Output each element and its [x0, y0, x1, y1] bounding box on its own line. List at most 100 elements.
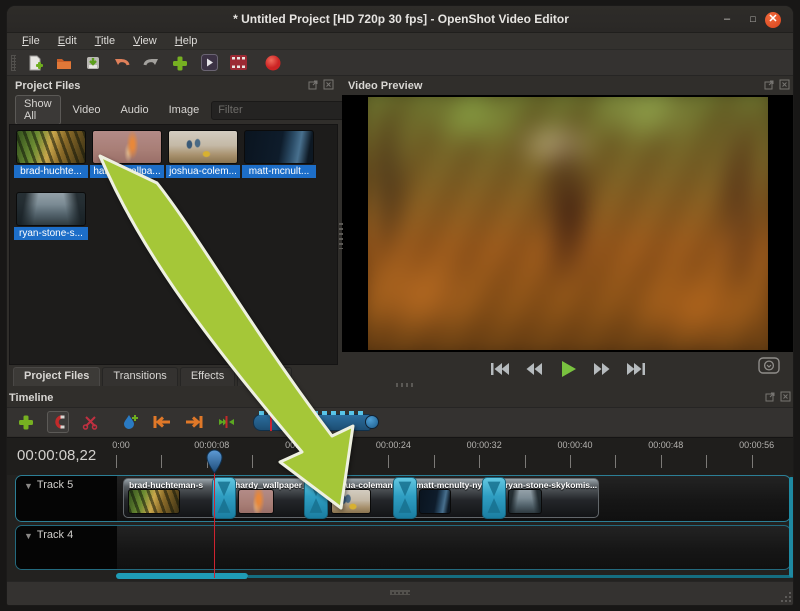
ruler-tick — [388, 455, 389, 468]
transition-2[interactable] — [304, 477, 328, 519]
clip-ryan[interactable]: ryan-stone-skykomis... — [499, 478, 599, 518]
close-panel-icon[interactable] — [780, 391, 791, 402]
fast-forward-icon[interactable] — [591, 361, 613, 377]
timeline-hscrollbar-track[interactable] — [248, 575, 793, 578]
jump-end-icon[interactable] — [625, 361, 647, 377]
file-item-hardy[interactable]: hardy_wallpa... — [90, 130, 164, 178]
menu-view[interactable]: View — [126, 34, 164, 48]
track-row-4[interactable]: ▼ Track 4 — [15, 525, 791, 570]
playback-controls — [342, 354, 794, 384]
ruler-label: 00:00:16 — [285, 440, 320, 450]
horizontal-splitter[interactable] — [396, 383, 416, 387]
file-thumbnail[interactable] — [244, 130, 314, 164]
float-panel-icon[interactable] — [765, 391, 776, 402]
save-frame-icon[interactable] — [758, 357, 780, 379]
menu-edit[interactable]: Edit — [51, 34, 84, 48]
menu-bar: File Edit Title View Help — [7, 33, 794, 50]
file-item-matt[interactable]: matt-mcnult... — [242, 130, 316, 178]
vertical-splitter[interactable] — [339, 223, 343, 249]
jump-start-icon[interactable] — [489, 361, 511, 377]
redo-icon[interactable] — [141, 53, 161, 73]
choose-profile-icon[interactable] — [199, 53, 219, 73]
minimize-button[interactable]: – — [719, 12, 735, 28]
clip-joshua[interactable]: joshua-coleman-s — [322, 478, 399, 518]
clip-thumbnail — [238, 489, 274, 514]
rewind-icon[interactable] — [523, 361, 545, 377]
file-thumbnail[interactable] — [16, 192, 86, 226]
file-item-brad[interactable]: brad-huchte... — [14, 130, 88, 178]
zoom-slider-playhead — [270, 413, 272, 431]
play-icon[interactable] — [557, 361, 579, 377]
playhead-marker[interactable] — [206, 449, 223, 474]
file-thumbnail[interactable] — [16, 130, 86, 164]
next-marker-icon[interactable] — [183, 411, 205, 433]
preview-frame — [368, 97, 768, 350]
transition-1[interactable] — [212, 477, 236, 519]
menu-help[interactable]: Help — [168, 34, 205, 48]
window-resize-grip[interactable] — [779, 591, 792, 604]
zoom-slider-clip-marks — [259, 411, 363, 415]
open-project-icon[interactable] — [54, 53, 74, 73]
clip-matt[interactable]: matt-mcnulty-nyc- — [410, 478, 489, 518]
razor-icon[interactable] — [79, 411, 101, 433]
track-4-header[interactable]: ▼ Track 4 — [16, 526, 117, 569]
file-item-joshua[interactable]: joshua-colem... — [166, 130, 240, 178]
chevron-down-icon[interactable]: ▼ — [24, 481, 33, 521]
previous-marker-icon[interactable] — [151, 411, 173, 433]
ruler-tick — [343, 455, 344, 468]
clip-brad[interactable]: brad-huchteman-s — [123, 478, 223, 518]
timeline-header: Timeline — [7, 389, 794, 406]
file-thumbnail[interactable] — [92, 130, 162, 164]
clip-hardy[interactable]: hardy_wallpaper_ — [229, 478, 310, 518]
zoom-slider-handle[interactable] — [365, 415, 379, 429]
filter-show-all[interactable]: Show All — [15, 95, 61, 125]
ruler-tick — [298, 455, 299, 468]
track-row-5[interactable]: ▼ Track 5 brad-huchteman-s hardy_wallpap… — [15, 475, 791, 522]
track-5-header[interactable]: ▼ Track 5 — [16, 476, 117, 521]
toolbar-drag-handle[interactable] — [11, 55, 16, 71]
record-icon[interactable] — [263, 53, 283, 73]
title-bar[interactable]: * Untitled Project [HD 720p 30 fps] - Op… — [7, 6, 794, 33]
close-button[interactable]: ✕ — [765, 12, 781, 28]
chevron-down-icon[interactable]: ▼ — [24, 531, 33, 569]
statusbar-grip[interactable] — [390, 590, 410, 595]
timeline-hscrollbar-thumb[interactable] — [116, 573, 248, 579]
transition-3[interactable] — [393, 477, 417, 519]
playhead-time-display: 00:00:08,22 — [17, 447, 96, 464]
menu-file[interactable]: File — [15, 34, 47, 48]
undo-icon[interactable] — [112, 53, 132, 73]
tab-project-files[interactable]: Project Files — [13, 367, 100, 386]
timeline-zoom-slider[interactable] — [253, 411, 379, 433]
filter-image[interactable]: Image — [161, 102, 208, 118]
ruler-tick — [116, 455, 117, 468]
add-marker-icon[interactable] — [119, 411, 141, 433]
ruler-label: 00:00:56 — [739, 440, 774, 450]
float-panel-icon[interactable] — [764, 79, 775, 90]
menu-title[interactable]: Title — [88, 34, 122, 48]
add-track-icon[interactable] — [15, 411, 37, 433]
close-panel-icon[interactable] — [323, 79, 334, 90]
maximize-button[interactable]: □ — [745, 12, 761, 28]
tab-transitions[interactable]: Transitions — [102, 367, 177, 386]
float-panel-icon[interactable] — [308, 79, 319, 90]
main-toolbar — [7, 50, 794, 76]
center-playhead-icon[interactable] — [215, 411, 237, 433]
files-grid: brad-huchte... hardy_wallpa... joshua-co… — [9, 124, 338, 365]
new-project-icon[interactable] — [25, 53, 45, 73]
filter-video[interactable]: Video — [65, 102, 109, 118]
ruler-label: 00:00:24 — [376, 440, 411, 450]
ruler-tick — [525, 455, 526, 468]
timeline-vscrollbar[interactable] — [789, 477, 794, 577]
snap-icon[interactable] — [47, 411, 69, 433]
filter-audio[interactable]: Audio — [112, 102, 156, 118]
file-thumbnail[interactable] — [168, 130, 238, 164]
close-panel-icon[interactable] — [779, 79, 790, 90]
tab-emojis[interactable]: Emojis — [237, 367, 292, 386]
tab-effects[interactable]: Effects — [180, 367, 235, 386]
import-files-icon[interactable] — [170, 53, 190, 73]
export-video-icon[interactable] — [228, 53, 248, 73]
save-project-icon[interactable] — [83, 53, 103, 73]
transition-4[interactable] — [482, 477, 506, 519]
file-item-ryan[interactable]: ryan-stone-s... — [14, 192, 88, 240]
timeline-ruler[interactable]: 00:00:08,22 0:0000:00:0800:00:1600:00:24… — [7, 437, 794, 475]
